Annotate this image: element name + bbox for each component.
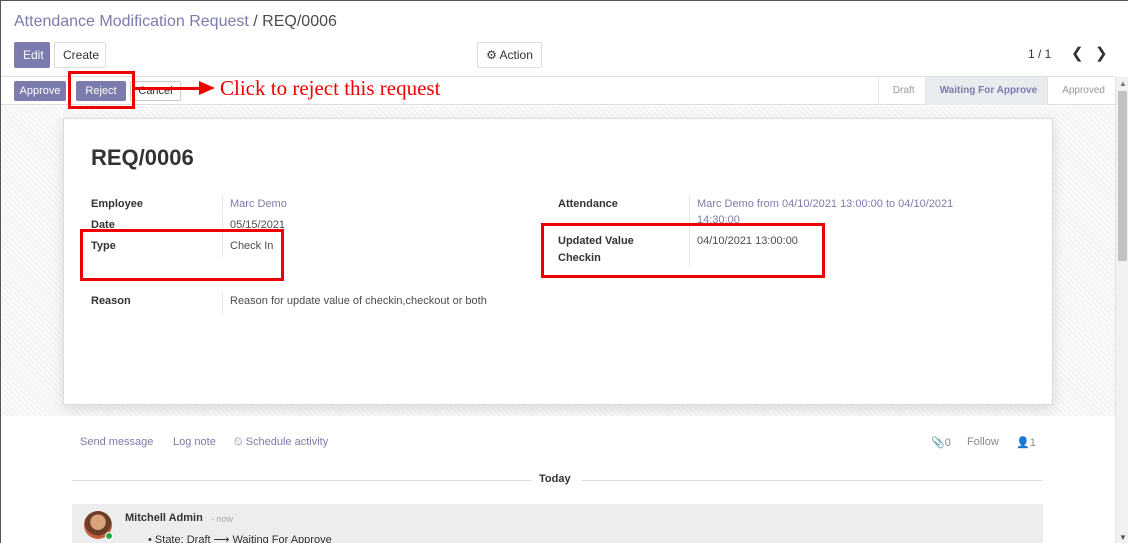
statusbar: Approve Reject Cancel Draft Waiting For … (1, 77, 1115, 105)
pager-value[interactable]: 1 / 1 (1028, 47, 1051, 61)
scrollbar-thumb[interactable] (1118, 91, 1127, 261)
updated-value-highlight-box (541, 223, 825, 278)
log-note-button[interactable]: Log note (173, 436, 216, 448)
scroll-up-icon[interactable]: ▲ (1119, 79, 1127, 88)
schedule-activity-label: Schedule activity (245, 436, 329, 448)
message: Mitchell Admin - now • State: Draft ⟶ Wa… (72, 504, 1043, 543)
day-separator: Today (539, 473, 571, 485)
attendance-value-line1[interactable]: Marc Demo from 04/10/2021 13:00:00 to 04… (697, 198, 953, 210)
message-time: - now (211, 514, 234, 524)
attachments-button[interactable]: 📎0 (931, 436, 951, 449)
reason-value: Reason for update value of checkin,check… (230, 295, 487, 307)
reject-highlight-box (68, 71, 135, 109)
annotation-text: Click to reject this request (220, 76, 441, 100)
divider (222, 195, 223, 215)
create-button[interactable]: Create (54, 42, 106, 68)
record-title: REQ/0006 (91, 145, 194, 170)
edit-button[interactable]: Edit (14, 42, 50, 68)
followers-button[interactable]: 👤1 (1016, 436, 1036, 449)
attendance-label: Attendance (558, 198, 618, 210)
approve-button[interactable]: Approve (14, 81, 66, 101)
employee-label: Employee (91, 198, 143, 210)
schedule-activity-button[interactable]: ⏲ Schedule activity (234, 436, 328, 449)
reason-label: Reason (91, 295, 131, 307)
stage-pipeline: Draft Waiting For Approve Approved (877, 77, 1115, 105)
followers-count: 1 (1029, 437, 1036, 449)
tracking-text: State: Draft ⟶ Waiting For Approve (154, 534, 332, 543)
attachments-count: 0 (944, 437, 951, 449)
gear-icon: ⚙ (486, 48, 497, 62)
scrollbar[interactable]: ▲ ▼ (1115, 77, 1128, 543)
pager-prev-icon[interactable]: ❮ (1071, 44, 1084, 62)
control-panel: Attendance Modification Request / REQ/00… (1, 1, 1115, 77)
stage-waiting-for-approve[interactable]: Waiting For Approve (924, 77, 1048, 105)
stage-draft[interactable]: Draft (877, 77, 925, 105)
app-window: Attendance Modification Request / REQ/00… (0, 0, 1128, 543)
action-button[interactable]: ⚙ Action (477, 42, 542, 68)
breadcrumb-parent[interactable]: Attendance Modification Request (14, 13, 249, 30)
employee-value[interactable]: Marc Demo (230, 198, 287, 210)
user-icon: 👤 (1016, 437, 1030, 449)
chatter: Send message Log note ⏲ Schedule activit… (1, 416, 1115, 543)
breadcrumb-separator: / (253, 13, 258, 30)
online-status-icon (105, 532, 113, 540)
annotation-arrow-icon (199, 81, 215, 95)
cancel-button[interactable]: Cancel (130, 81, 181, 101)
pager-next-icon[interactable]: ❯ (1095, 44, 1108, 62)
breadcrumb: Attendance Modification Request / REQ/00… (14, 13, 337, 31)
breadcrumb-current: REQ/0006 (262, 13, 337, 30)
action-label: Action (499, 48, 533, 62)
scroll-down-icon[interactable]: ▼ (1119, 533, 1127, 542)
divider (72, 480, 532, 481)
stage-approved[interactable]: Approved (1047, 77, 1115, 105)
divider (222, 292, 223, 314)
paperclip-icon: 📎 (931, 437, 945, 449)
follow-button[interactable]: Follow (967, 436, 999, 448)
send-message-button[interactable]: Send message (80, 436, 153, 448)
tracking-value: • State: Draft ⟶ Waiting For Approve (148, 533, 332, 543)
type-highlight-box (80, 229, 284, 281)
message-author[interactable]: Mitchell Admin (125, 512, 203, 524)
divider (582, 480, 1043, 481)
clock-icon: ⏲ (234, 436, 243, 448)
annotation-arrow-line (134, 87, 206, 90)
